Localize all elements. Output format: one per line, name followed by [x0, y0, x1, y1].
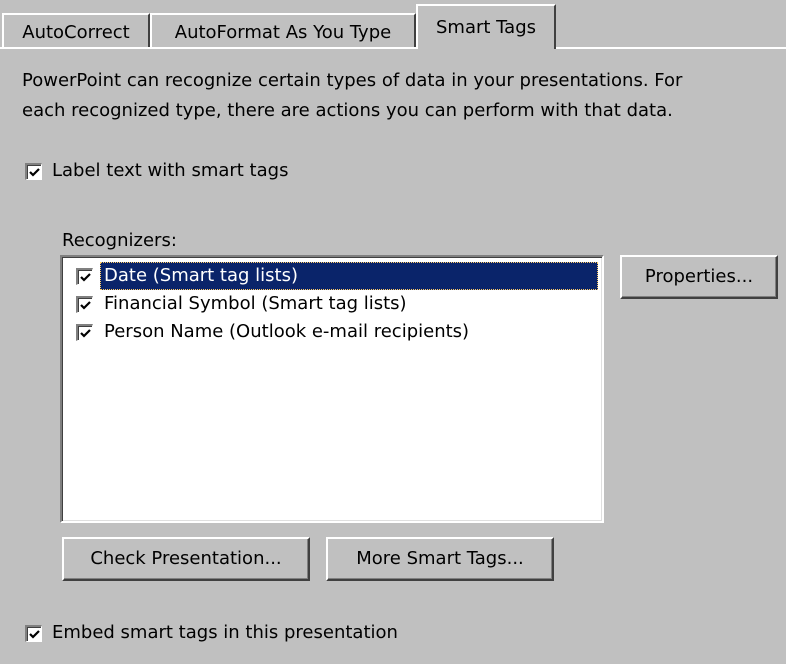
more-smart-tags-button[interactable]: More Smart Tags...	[326, 537, 554, 581]
person-name-checkbox[interactable]	[76, 324, 93, 341]
list-item-date[interactable]: Date (Smart tag lists)	[72, 262, 598, 290]
date-checkbox[interactable]	[76, 268, 93, 285]
tab-smart-tags[interactable]: Smart Tags	[416, 4, 556, 49]
recognizers-listbox[interactable]: Date (Smart tag lists) Financial Symbol …	[60, 255, 604, 523]
check-presentation-button[interactable]: Check Presentation...	[62, 537, 310, 581]
description-text: PowerPoint can recognize certain types o…	[22, 66, 682, 126]
tab-autocorrect-label: AutoCorrect	[22, 22, 130, 43]
checkmark-icon	[80, 329, 91, 338]
properties-button[interactable]: Properties...	[620, 255, 778, 299]
recognizers-label: Recognizers:	[62, 230, 177, 251]
active-tab-joint	[418, 47, 554, 49]
description-line-1: PowerPoint can recognize certain types o…	[22, 70, 683, 91]
label-text-checkbox-label[interactable]: Label text with smart tags	[52, 157, 288, 185]
financial-symbol-checkbox[interactable]	[76, 296, 93, 313]
checkmark-icon	[29, 168, 40, 177]
embed-smart-tags-checkbox[interactable]	[25, 625, 42, 642]
tab-strip-border	[0, 47, 786, 49]
checkmark-icon	[80, 273, 91, 282]
financial-symbol-label: Financial Symbol (Smart tag lists)	[104, 293, 407, 314]
tab-autocorrect[interactable]: AutoCorrect	[2, 13, 150, 49]
checkmark-icon	[80, 301, 91, 310]
date-label: Date (Smart tag lists)	[100, 262, 598, 290]
tab-smart-tags-label: Smart Tags	[435, 17, 537, 38]
tab-autoformat-as-you-type[interactable]: AutoFormat As You Type	[150, 13, 416, 49]
person-name-label: Person Name (Outlook e-mail recipients)	[104, 321, 470, 342]
list-item-financial-symbol[interactable]: Financial Symbol (Smart tag lists)	[72, 290, 598, 318]
tab-autoformat-label: AutoFormat As You Type	[174, 22, 392, 43]
description-line-2: each recognized type, there are actions …	[22, 100, 673, 121]
checkmark-icon	[29, 630, 40, 639]
label-text-checkbox[interactable]	[25, 163, 42, 180]
embed-smart-tags-label[interactable]: Embed smart tags in this presentation	[52, 619, 398, 647]
list-item-person-name[interactable]: Person Name (Outlook e-mail recipients)	[72, 318, 598, 346]
